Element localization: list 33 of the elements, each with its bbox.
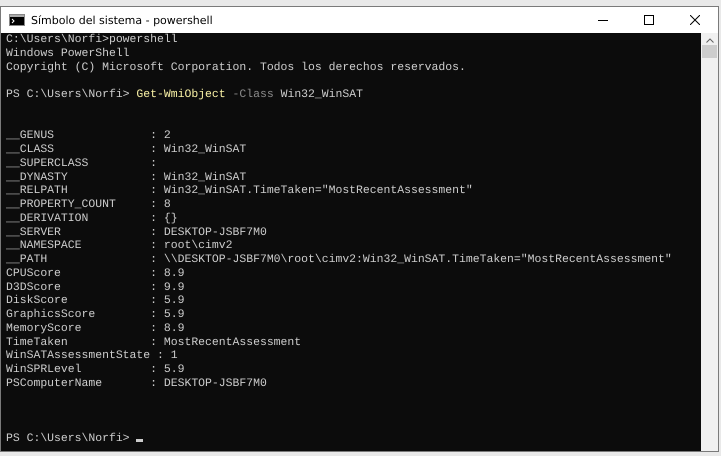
console-output-line: PSComputerName : DESKTOP-JSBF7M0: [6, 376, 267, 390]
console-output-line: D3DScore : 9.9: [6, 280, 184, 294]
prompt-text: PS C:\Users\Norfi>: [6, 432, 130, 445]
console-output-line: __SUPERCLASS :: [6, 156, 157, 170]
close-icon[interactable]: [690, 15, 700, 25]
command-text: Get-WmiObject: [136, 88, 226, 101]
console-output-line: __GENUS : 2: [6, 129, 171, 142]
console-app-icon: [9, 14, 25, 26]
console-output-line: __PATH : \\DESKTOP-JSBF7M0\root\cimv2:Win32_WinSAT.TimeTaken="MostRecentAssessment": [6, 253, 672, 266]
console-output-line: MemoryScore : 8.9: [6, 322, 184, 335]
argument-text: Win32_WinSAT: [280, 88, 363, 101]
scrollbar-thumb[interactable]: [702, 45, 717, 58]
console-output-line: __DYNASTY : Win32_WinSAT: [6, 170, 246, 184]
maximize-icon[interactable]: [644, 15, 654, 25]
console-output-line: __PROPERTY_COUNT : 8: [6, 198, 171, 211]
console-output-line: WinSATAssessmentState : 1: [6, 349, 178, 362]
console-output-line: DiskScore : 5.9: [6, 294, 184, 308]
console-output-line: TimeTaken : MostRecentAssessment: [6, 336, 302, 348]
parameter-text: -Class: [232, 88, 274, 101]
console-output-line: CPUScore : 8.9: [6, 266, 184, 280]
console-output-line: GraphicsScore : 5.9: [6, 308, 184, 321]
scrollbar[interactable]: [701, 33, 718, 451]
console-output-line: __CLASS : Win32_WinSAT: [6, 143, 246, 156]
console-output-line: Windows PowerShell: [6, 46, 130, 60]
console-output-line: __DERIVATION : {}: [6, 212, 178, 225]
console-output-line: WinSPRLevel : 5.9: [6, 363, 184, 376]
window-title: Símbolo del sistema - powershell: [31, 14, 213, 26]
prompt-text: PS C:\Users\Norfi>: [6, 88, 130, 101]
console-output-line: Copyright (C) Microsoft Corporation. Todos los derechos reservados.: [6, 60, 466, 74]
console-output-line: __RELPATH : Win32_WinSAT.TimeTaken="MostRecentAssessment": [6, 184, 473, 198]
console-output-line: C:\Users\Norfi>powershell: [6, 33, 178, 46]
console-output-line: __NAMESPACE : root\cimv2: [6, 239, 232, 252]
console-output-line: __SERVER : DESKTOP-JSBF7M0: [6, 226, 267, 238]
